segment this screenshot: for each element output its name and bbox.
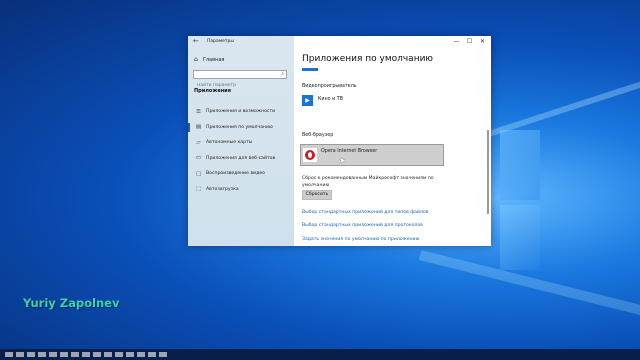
- sidebar-item-label: Приложения по умолчанию: [206, 124, 273, 130]
- title-bar: ← Параметры — ☐ ✕: [188, 36, 491, 48]
- settings-window: ← Параметры — ☐ ✕ ⌂ Главная ⌕ Приложения…: [188, 36, 491, 246]
- watermark-text: Yuriy Zapolnev: [23, 296, 120, 310]
- sidebar-item-label: Автозагрузка: [206, 186, 239, 192]
- taskbar-app-icon[interactable]: [159, 352, 167, 357]
- opera-icon: [303, 148, 317, 162]
- map-icon: ▱: [196, 139, 201, 146]
- accent-bar: [302, 68, 318, 71]
- sidebar-item-label: Приложения и возможности: [206, 109, 276, 115]
- browser-select-button[interactable]: Opera Internet Browser ➤: [300, 144, 444, 166]
- taskbar-app-icon[interactable]: [126, 352, 134, 357]
- taskbar-icons: [5, 352, 175, 357]
- sidebar: ⌂ Главная ⌕ Приложения ☰ Приложения и во…: [188, 48, 294, 246]
- taskbar-app-icon[interactable]: [16, 352, 24, 357]
- taskbar-app-icon[interactable]: [82, 352, 90, 357]
- sidebar-item-offline-maps[interactable]: ▱ Автономные карты: [188, 135, 294, 151]
- reset-button[interactable]: Сбросить: [302, 190, 332, 200]
- wallpaper-logo-pane: [500, 205, 540, 270]
- taskbar-app-icon[interactable]: [93, 352, 101, 357]
- sidebar-section-title: Приложения: [194, 88, 231, 94]
- sidebar-home-label: Главная: [202, 56, 225, 63]
- sidebar-item-websites-apps[interactable]: ▭ Приложения для веб-сайтов: [188, 151, 294, 167]
- reset-description: Сброс к рекомендованным Майкрософт значе…: [302, 176, 434, 188]
- default-apps-icon: ▤: [195, 124, 202, 131]
- taskbar-app-icon[interactable]: [137, 352, 145, 357]
- sidebar-item-startup[interactable]: ⬚ Автозагрузка: [188, 182, 294, 198]
- taskbar-app-icon[interactable]: [104, 352, 112, 357]
- browser-app-name: Opera Internet Browser: [321, 149, 378, 154]
- sidebar-nav: ☰ Приложения и возможности ▤ Приложения …: [188, 104, 294, 197]
- sidebar-item-label: Воспроизведение видео: [206, 171, 265, 177]
- taskbar-app-icon[interactable]: [115, 352, 123, 357]
- home-icon: ⌂: [194, 56, 198, 63]
- sidebar-item-apps-features[interactable]: ☰ Приложения и возможности: [188, 104, 294, 120]
- scrollbar[interactable]: [487, 130, 489, 214]
- sidebar-item-default-apps[interactable]: ▤ Приложения по умолчанию: [188, 120, 294, 136]
- wallpaper-logo-pane: [500, 130, 540, 200]
- taskbar: [0, 349, 640, 360]
- back-arrow-icon[interactable]: ←: [193, 37, 199, 45]
- taskbar-app-icon[interactable]: [27, 352, 35, 357]
- taskbar-app-icon[interactable]: [60, 352, 68, 357]
- search-icon: ⌕: [281, 71, 284, 77]
- search-box[interactable]: ⌕: [193, 70, 287, 89]
- page-title: Приложения по умолчанию: [302, 54, 434, 64]
- taskbar-app-icon[interactable]: [71, 352, 79, 357]
- sidebar-item-label: Приложения для веб-сайтов: [206, 155, 276, 161]
- startup-icon: ⬚: [195, 186, 202, 193]
- minimize-button[interactable]: —: [450, 36, 463, 48]
- window-controls: — ☐ ✕: [450, 36, 489, 48]
- taskbar-app-icon[interactable]: [148, 352, 156, 357]
- list-icon: ☰: [196, 108, 201, 115]
- start-icon[interactable]: [5, 352, 13, 357]
- video-app-name[interactable]: Кино и ТВ: [318, 97, 343, 102]
- close-button[interactable]: ✕: [476, 36, 489, 48]
- maximize-button[interactable]: ☐: [463, 36, 476, 48]
- defaults-by-app-link[interactable]: Задать значения по умолчанию по приложен…: [302, 237, 419, 242]
- taskbar-app-icon[interactable]: [49, 352, 57, 357]
- mouse-cursor-icon: ➤: [339, 156, 346, 165]
- main-content: Приложения по умолчанию Видеопроигрывате…: [294, 48, 491, 246]
- sidebar-item-video-playback[interactable]: ▢ Воспроизведение видео: [188, 166, 294, 182]
- sidebar-item-home[interactable]: ⌂ Главная: [194, 56, 224, 63]
- file-types-link[interactable]: Выбор стандартных приложений для типов ф…: [302, 210, 428, 215]
- protocols-link[interactable]: Выбор стандартных приложений для протоко…: [302, 223, 423, 228]
- sidebar-item-label: Автономные карты: [206, 140, 253, 146]
- video-icon: ▢: [195, 170, 202, 177]
- movies-tv-icon[interactable]: ▶: [302, 95, 313, 106]
- web-browser-label: Веб-браузер: [302, 133, 334, 138]
- taskbar-app-icon[interactable]: [38, 352, 46, 357]
- video-player-label: Видеопроигрыватель: [302, 84, 357, 89]
- window-title: Параметры: [207, 39, 234, 44]
- web-icon: ▭: [195, 155, 202, 162]
